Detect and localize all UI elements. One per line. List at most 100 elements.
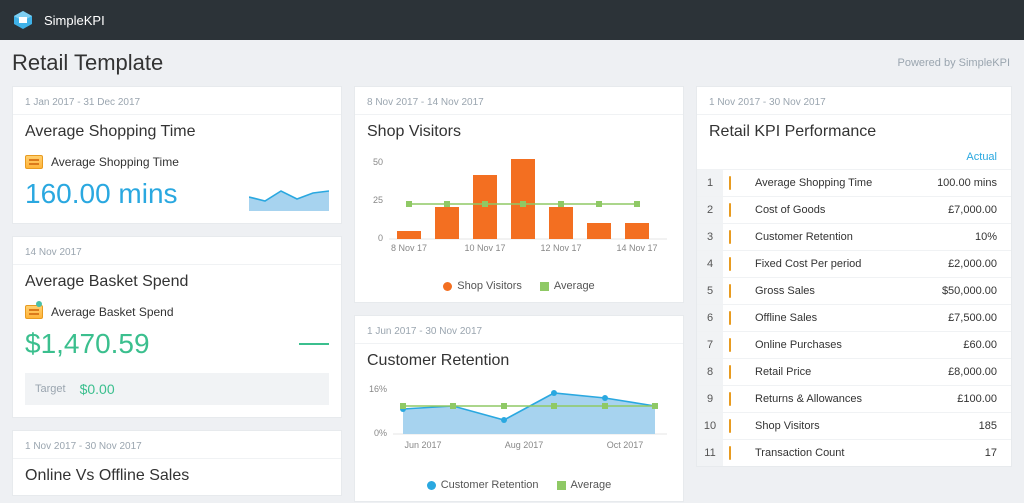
- row-index: 8: [697, 359, 723, 386]
- row-index: 4: [697, 251, 723, 278]
- svg-text:8 Nov 17: 8 Nov 17: [391, 243, 427, 253]
- legend-marker-icon: [443, 282, 452, 291]
- row-name: Gross Sales: [749, 278, 911, 305]
- card-title: Retail KPI Performance: [697, 115, 1011, 151]
- table-row[interactable]: 3 Customer Retention10%: [697, 224, 1011, 251]
- powered-by[interactable]: Powered by SimpleKPI: [898, 57, 1011, 69]
- brand-logo-icon: [12, 9, 34, 31]
- row-index: 5: [697, 278, 723, 305]
- kpi-icon: [729, 284, 731, 298]
- row-name: Average Shopping Time: [749, 170, 911, 197]
- svg-text:16%: 16%: [369, 384, 387, 394]
- top-bar: SimpleKPI: [0, 0, 1024, 40]
- kpi-icon: [729, 257, 731, 271]
- card-online-vs-offline: 1 Nov 2017 - 30 Nov 2017 Online Vs Offli…: [12, 430, 342, 496]
- row-value: £7,000.00: [911, 197, 1011, 224]
- table-row[interactable]: 2 Cost of Goods£7,000.00: [697, 197, 1011, 224]
- kpi-icon: [25, 305, 43, 319]
- row-value: £60.00: [911, 332, 1011, 359]
- row-name: Fixed Cost Per period: [749, 251, 911, 278]
- legend-marker-icon: [427, 481, 436, 490]
- row-index: 6: [697, 305, 723, 332]
- table-row[interactable]: 11Transaction Count17: [697, 440, 1011, 467]
- card-title: Customer Retention: [355, 344, 683, 380]
- kpi-icon: [729, 230, 731, 244]
- target-label: Target: [35, 383, 66, 395]
- row-name: Cost of Goods: [749, 197, 911, 224]
- table-row[interactable]: 9Returns & Allowances£100.00: [697, 386, 1011, 413]
- table-row[interactable]: 10Shop Visitors185: [697, 413, 1011, 440]
- card-title: Average Basket Spend: [13, 265, 341, 301]
- kpi-value: $1,470.59: [25, 328, 150, 360]
- row-index: 1: [697, 170, 723, 197]
- card-title: Shop Visitors: [355, 115, 683, 151]
- kpi-table: 1 Average Shopping Time100.00 mins 2 Cost o…: [697, 169, 1011, 466]
- card-avg-shopping-time: 1 Jan 2017 - 31 Dec 2017 Average Shoppin…: [12, 86, 342, 224]
- chart-legend: Customer Retention Average: [355, 471, 683, 501]
- kpi-icon: [729, 338, 731, 352]
- row-index: 11: [697, 440, 723, 467]
- row-index: 7: [697, 332, 723, 359]
- row-value: £2,000.00: [911, 251, 1011, 278]
- card-title: Average Shopping Time: [13, 115, 341, 151]
- row-name: Online Purchases: [749, 332, 911, 359]
- svg-text:Jun 2017: Jun 2017: [404, 440, 441, 450]
- card-date: 8 Nov 2017 - 14 Nov 2017: [355, 87, 683, 115]
- row-value: 100.00 mins: [911, 170, 1011, 197]
- card-date: 1 Nov 2017 - 30 Nov 2017: [13, 431, 341, 459]
- table-row[interactable]: 6Offline Sales£7,500.00: [697, 305, 1011, 332]
- svg-text:25: 25: [373, 195, 383, 205]
- svg-text:50: 50: [373, 157, 383, 167]
- card-avg-basket-spend: 14 Nov 2017 Average Basket Spend Average…: [12, 236, 342, 418]
- card-date: 1 Nov 2017 - 30 Nov 2017: [697, 87, 1011, 115]
- kpi-icon: [729, 203, 731, 217]
- table-row[interactable]: 4 Fixed Cost Per period£2,000.00: [697, 251, 1011, 278]
- table-column-actual[interactable]: Actual: [697, 151, 1011, 169]
- row-name: Shop Visitors: [749, 413, 911, 440]
- card-shop-visitors: 8 Nov 2017 - 14 Nov 2017 Shop Visitors 5…: [354, 86, 684, 303]
- svg-text:Aug 2017: Aug 2017: [505, 440, 544, 450]
- legend-label: Shop Visitors: [457, 280, 522, 292]
- row-index: 9: [697, 386, 723, 413]
- legend-marker-icon: [540, 282, 549, 291]
- row-name: Customer Retention: [749, 224, 911, 251]
- target-row: Target $0.00: [25, 373, 329, 405]
- row-value: 17: [911, 440, 1011, 467]
- svg-text:Oct 2017: Oct 2017: [607, 440, 644, 450]
- legend-label: Average: [554, 280, 595, 292]
- bar-chart: 50 25 0 8 Nov 17 10 Nov 17: [367, 151, 673, 261]
- row-index: 2: [697, 197, 723, 224]
- legend-label: Customer Retention: [441, 479, 539, 491]
- row-value: $50,000.00: [911, 278, 1011, 305]
- svg-text:0%: 0%: [374, 428, 387, 438]
- row-name: Retail Price: [749, 359, 911, 386]
- page-header: Retail Template Powered by SimpleKPI: [0, 40, 1024, 86]
- row-index: 3: [697, 224, 723, 251]
- area-chart: 16% 0% Jun 2017 Aug 2017 Oct 2017: [367, 380, 673, 460]
- svg-text:10 Nov 17: 10 Nov 17: [464, 243, 505, 253]
- svg-text:12 Nov 17: 12 Nov 17: [540, 243, 581, 253]
- table-row[interactable]: 7 Online Purchases£60.00: [697, 332, 1011, 359]
- target-value: $0.00: [80, 381, 115, 397]
- page-title: Retail Template: [12, 50, 163, 76]
- card-date: 1 Jun 2017 - 30 Nov 2017: [355, 316, 683, 344]
- sparkline-chart: [249, 177, 329, 211]
- kpi-icon: [729, 392, 731, 406]
- kpi-icon: [729, 446, 731, 460]
- svg-text:14 Nov 17: 14 Nov 17: [616, 243, 657, 253]
- row-index: 10: [697, 413, 723, 440]
- svg-text:0: 0: [378, 233, 383, 243]
- table-row[interactable]: 5 Gross Sales$50,000.00: [697, 278, 1011, 305]
- card-customer-retention: 1 Jun 2017 - 30 Nov 2017 Customer Retent…: [354, 315, 684, 502]
- kpi-value: 160.00 mins: [25, 178, 178, 210]
- legend-marker-icon: [557, 481, 566, 490]
- card-date: 1 Jan 2017 - 31 Dec 2017: [13, 87, 341, 115]
- card-title: Online Vs Offline Sales: [13, 459, 341, 495]
- chart-legend: Shop Visitors Average: [355, 272, 683, 302]
- table-row[interactable]: 1 Average Shopping Time100.00 mins: [697, 170, 1011, 197]
- kpi-icon: [729, 311, 731, 325]
- row-value: £100.00: [911, 386, 1011, 413]
- table-row[interactable]: 8Retail Price£8,000.00: [697, 359, 1011, 386]
- kpi-label: Average Basket Spend: [51, 305, 174, 319]
- row-value: 10%: [911, 224, 1011, 251]
